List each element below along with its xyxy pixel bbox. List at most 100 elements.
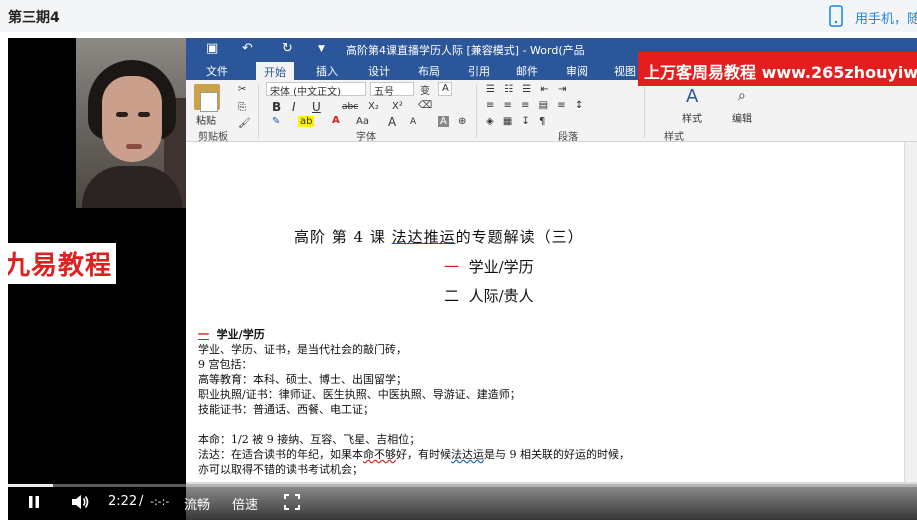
progress-bar[interactable] — [8, 484, 917, 487]
tab-view: 视图 — [614, 65, 636, 78]
tab-home: 开始 — [256, 62, 294, 80]
duration: -:-:- — [150, 495, 170, 508]
pause-icon[interactable] — [26, 494, 42, 510]
underline-button: U — [312, 100, 321, 114]
progress-fill — [8, 484, 54, 487]
fullscreen-icon[interactable] — [284, 494, 300, 510]
fada-wavy-blue: 法达运 — [451, 448, 484, 461]
page-title: 第三期4 — [8, 10, 60, 26]
phonetic-guide-button: 变 — [420, 86, 430, 97]
undo-icon: ↶ — [242, 41, 253, 56]
superscript-button: X² — [392, 101, 403, 112]
fada-wavy-red: 命不够 — [363, 448, 396, 461]
section-heading-1: 一 学业/学历 — [444, 256, 534, 277]
editing-label: 编辑 — [732, 114, 752, 125]
top-bar: 第三期4 用手机，随 — [0, 0, 917, 32]
tab-references: 引用 — [468, 65, 490, 78]
strikethrough-button: abc — [342, 102, 359, 112]
paste-label: 粘贴 — [196, 116, 216, 127]
shading-border-icon: ◈ ▦ ↧ ¶ — [486, 116, 549, 127]
grow-font-button: A — [388, 115, 397, 129]
volume-icon[interactable] — [70, 494, 90, 510]
section-1-number: 一 — [444, 258, 460, 276]
body-line: 学业、学历、证书，是当代社会的敲门砖， — [198, 343, 407, 356]
fada-part-b: 好，有时候 — [396, 448, 451, 461]
copy-icon: ⎘ — [238, 102, 246, 113]
document-page: 高阶 第 4 课 法达推运的专题解读（三） 一 学业/学历 二 人际/贵人 一 … — [186, 142, 917, 482]
quick-access-dropdown-icon: ▼ — [318, 44, 325, 54]
styles-icon: A — [686, 86, 699, 107]
section-heading-2: 二 人际/贵人 — [444, 285, 534, 306]
redo-icon: ↻ — [282, 41, 293, 56]
phone-icon[interactable] — [828, 5, 844, 27]
ribbon-separator — [644, 84, 645, 138]
sub-heading-text: 学业/学历 — [216, 328, 265, 341]
fada-part-c: 是与 9 相关联的好运的时候， — [484, 448, 630, 461]
font-size-box: 五号 — [370, 82, 414, 98]
shrink-font-button: A — [410, 117, 417, 127]
document-title: 高阶第4课直播学历人际 [兼容模式] - Word(产品 — [346, 44, 585, 57]
highlight-icon: ab — [298, 116, 315, 127]
align-buttons-icon: ≡ ≡ ≡ ▤ ≡ ↕ — [486, 100, 587, 111]
sub-heading-number: 一 — [198, 328, 209, 341]
presenter-eye-right — [138, 112, 150, 117]
font-color-icon: A — [332, 115, 340, 126]
site-banner: 上万客周易教程 www.265zhouyiw.com — [638, 52, 917, 86]
save-icon: ▣ — [206, 41, 219, 56]
mobile-watch-link[interactable]: 用手机，随 — [855, 8, 917, 27]
body-line: 9 宫包括： — [198, 358, 253, 371]
tab-review: 审阅 — [566, 65, 588, 78]
player-controls: 2:22 / -:-:- 流畅 倍速 — [8, 484, 917, 520]
presenter-face — [102, 76, 162, 162]
body-line-benming: 本命：1/2 被 9 接纳、互容、飞星、吉相位； — [198, 433, 421, 446]
cut-icon: ✂ — [238, 84, 247, 95]
ribbon-separator — [258, 84, 259, 138]
tab-mailings: 邮件 — [516, 65, 538, 78]
presenter-mouth — [126, 144, 142, 149]
format-painter-icon: 🖌 — [238, 118, 251, 129]
subscript-button: X₂ — [368, 101, 379, 112]
watermark-left: 九易教程 — [8, 243, 117, 284]
clear-format-icon: ⌫ — [418, 100, 433, 111]
char-border-button: A — [438, 82, 452, 96]
styles-label: 样式 — [682, 114, 702, 125]
word-ribbon: 粘贴 ✂ ⎘ 🖌 宋体 (中文正文) 五号 变 A B I U abc X₂ X… — [186, 80, 917, 143]
section-1-text: 学业/学历 — [468, 258, 534, 276]
text-effects-icon: ✎ — [272, 116, 281, 127]
group-clipboard: 剪贴板 — [198, 132, 228, 143]
tab-layout: 布局 — [418, 65, 440, 78]
presenter-eye-left — [116, 112, 128, 117]
ribbon-separator — [476, 84, 477, 138]
section-2-text: 人际/贵人 — [468, 287, 534, 305]
fada-part-a: 法达：在适合读书的年纪，如果本 — [198, 448, 363, 461]
title-underlined: 法达推运 — [391, 228, 456, 246]
body-line-fada: 法达：在适合读书的年纪，如果本命不够好，有时候法达运是与 9 相关联的好运的时候… — [198, 446, 630, 462]
body-line: 职业执照/证书：律师证、医生执照、中医执照、导游证、建造师； — [198, 388, 521, 401]
tab-design: 设计 — [368, 65, 390, 78]
speed-button[interactable]: 倍速 — [232, 494, 258, 513]
current-time: 2:22 — [108, 494, 138, 509]
title-suffix: 的专题解读（三） — [455, 228, 584, 246]
enclose-char-icon: ⊕ — [458, 116, 467, 127]
list-buttons-icon: ☰ ☷ ☰ ⇤ ⇥ — [486, 84, 570, 95]
change-case-button: Aa — [356, 116, 369, 127]
bold-button: B — [272, 100, 282, 114]
tab-insert: 插入 — [316, 65, 338, 78]
section-2-number: 二 — [444, 287, 460, 305]
time-separator: / — [139, 494, 144, 509]
italic-button: I — [292, 100, 296, 114]
tab-file: 文件 — [206, 65, 228, 78]
body-line-last: 亦可以取得不错的读书考试机会； — [198, 463, 363, 476]
video-player[interactable]: 九易教程 ▣ ↶ ↻ ▼ 高阶第4课直播学历人际 [兼容模式] - Word(产… — [8, 38, 917, 520]
group-paragraph: 段落 — [558, 132, 578, 143]
char-shading-icon: A — [438, 116, 449, 127]
vertical-scrollbar — [904, 142, 917, 482]
word-window: ▣ ↶ ↻ ▼ 高阶第4课直播学历人际 [兼容模式] - Word(产品 文件 … — [186, 38, 917, 520]
body-line: 技能证书：普通话、西餐、电工证； — [198, 403, 374, 416]
paste-icon — [194, 84, 220, 112]
find-icon: ⌕ — [738, 88, 746, 104]
group-styles: 样式 — [664, 132, 684, 143]
font-name-box: 宋体 (中文正文) — [266, 82, 366, 98]
quality-button[interactable]: 流畅 — [184, 494, 210, 513]
sub-heading: 一 学业/学历 — [198, 326, 265, 342]
